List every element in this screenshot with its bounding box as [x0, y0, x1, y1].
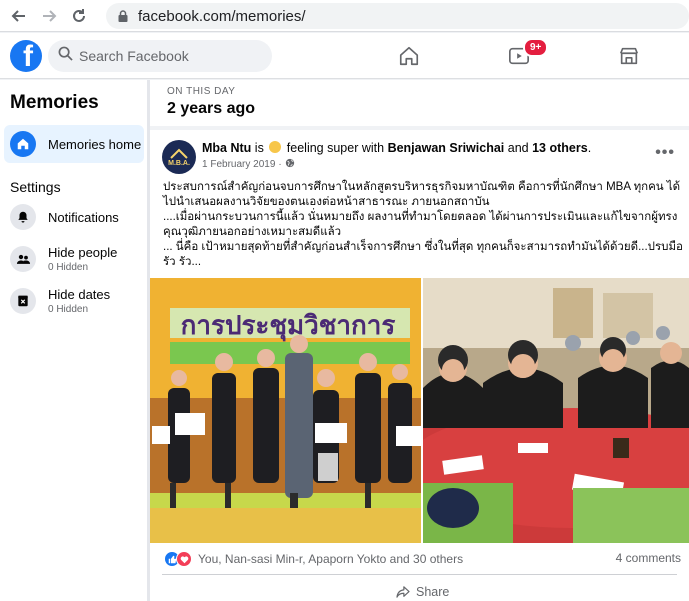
- sidebar-item-hide-dates[interactable]: Hide dates 0 Hidden: [4, 282, 144, 320]
- post-author-link[interactable]: Mba Ntu: [202, 141, 251, 155]
- people-icon: [10, 246, 36, 272]
- share-button[interactable]: Share: [396, 585, 449, 599]
- and-word: and: [507, 141, 529, 155]
- hidden-count: 0 Hidden: [48, 304, 89, 315]
- love-reaction-icon: [176, 551, 192, 567]
- post-photos: การประชุมวิชาการ: [150, 278, 689, 543]
- home-icon: [10, 131, 36, 157]
- calendar-hide-icon: [10, 288, 36, 314]
- post-meta: 1 February 2019 ·: [202, 158, 295, 171]
- post-header: Mba Ntu is feeling super with Benjawan S…: [202, 141, 592, 155]
- hidden-count: 0 Hidden: [48, 262, 89, 273]
- home-icon[interactable]: [396, 43, 422, 69]
- reactions-summary[interactable]: You, Nan-sasi Min-r, Apaporn Yokto and 3…: [164, 550, 463, 568]
- divider: [162, 574, 677, 575]
- post-date[interactable]: 1 February 2019: [202, 159, 275, 170]
- search-icon: [58, 46, 73, 66]
- sidebar-item-label: Memories home: [48, 136, 142, 152]
- facebook-logo-icon[interactable]: f: [10, 40, 42, 72]
- address-bar[interactable]: facebook.com/memories/: [106, 3, 689, 29]
- photo-conference-table[interactable]: [423, 278, 689, 543]
- share-label: Share: [416, 585, 450, 599]
- search-box[interactable]: [48, 40, 272, 72]
- forward-arrow-icon[interactable]: [38, 5, 60, 27]
- comments-count-link[interactable]: 4 comments: [616, 551, 681, 565]
- settings-heading: Settings: [10, 179, 61, 195]
- watch-notification-badge: 9+: [523, 38, 549, 57]
- back-arrow-icon[interactable]: [8, 5, 30, 27]
- post-text: ประสบการณ์สำคัญก่อนจบการศึกษาในหลักสูตรบ…: [163, 180, 683, 270]
- sidebar-item-label: Hide dates: [48, 287, 111, 302]
- bell-icon: [10, 204, 36, 230]
- sidebar-title: Memories: [10, 92, 99, 113]
- post-text-line: ... นี่คือ เป้าหมายสุดท้ายที่สำคัญก่อนสำ…: [163, 241, 683, 268]
- globe-icon: [285, 158, 295, 171]
- sidebar-item-label: Hide people: [48, 245, 118, 260]
- avatar[interactable]: M.B.A.: [162, 140, 196, 174]
- post-text-line: ประสบการณ์สำคัญก่อนจบการศึกษาในหลักสูตรบ…: [163, 181, 681, 208]
- marketplace-icon[interactable]: [616, 43, 642, 69]
- others-link[interactable]: 13 others: [532, 141, 588, 155]
- photo-group-certificates[interactable]: การประชุมวิชาการ: [150, 278, 421, 543]
- reload-icon[interactable]: [68, 5, 90, 27]
- feeling-emoji-icon: [269, 141, 282, 153]
- memory-post: M.B.A. Mba Ntu is feeling super with Ben…: [150, 130, 689, 601]
- avatar-text: M.B.A.: [168, 159, 190, 167]
- sidebar-item-hide-people[interactable]: Hide people 0 Hidden: [4, 240, 144, 278]
- search-input[interactable]: [79, 48, 259, 64]
- memories-sidebar: Memories Memories home Settings Notifica…: [0, 80, 147, 601]
- feeling-text: feeling super with: [286, 141, 385, 155]
- years-ago-title: 2 years ago: [167, 100, 256, 117]
- url-text: facebook.com/memories/: [138, 7, 306, 25]
- more-options-icon[interactable]: •••: [655, 144, 675, 162]
- sidebar-item-notifications[interactable]: Notifications: [4, 198, 144, 236]
- share-icon: [396, 586, 410, 598]
- on-this-day-card: ON THIS DAY 2 years ago: [150, 80, 689, 126]
- reactions-text: You, Nan-sasi Min-r, Apaporn Yokto and 3…: [198, 552, 464, 566]
- sidebar-item-label: Notifications: [48, 209, 119, 225]
- browser-toolbar: facebook.com/memories/: [0, 0, 689, 32]
- sidebar-item-memories-home[interactable]: Memories home: [4, 125, 144, 163]
- on-this-day-label: ON THIS DAY: [167, 86, 236, 97]
- lock-icon: [118, 10, 128, 22]
- tagged-person-link[interactable]: Benjawan Sriwichai: [388, 141, 505, 155]
- banner-text: การประชุมวิชาการ: [181, 310, 396, 342]
- post-text-line: ....เมื่อผ่านกระบวนการนี้แล้ว นั่นหมายถึ…: [163, 211, 678, 238]
- facebook-header: f 9+: [0, 33, 689, 79]
- is-word: is: [254, 141, 264, 155]
